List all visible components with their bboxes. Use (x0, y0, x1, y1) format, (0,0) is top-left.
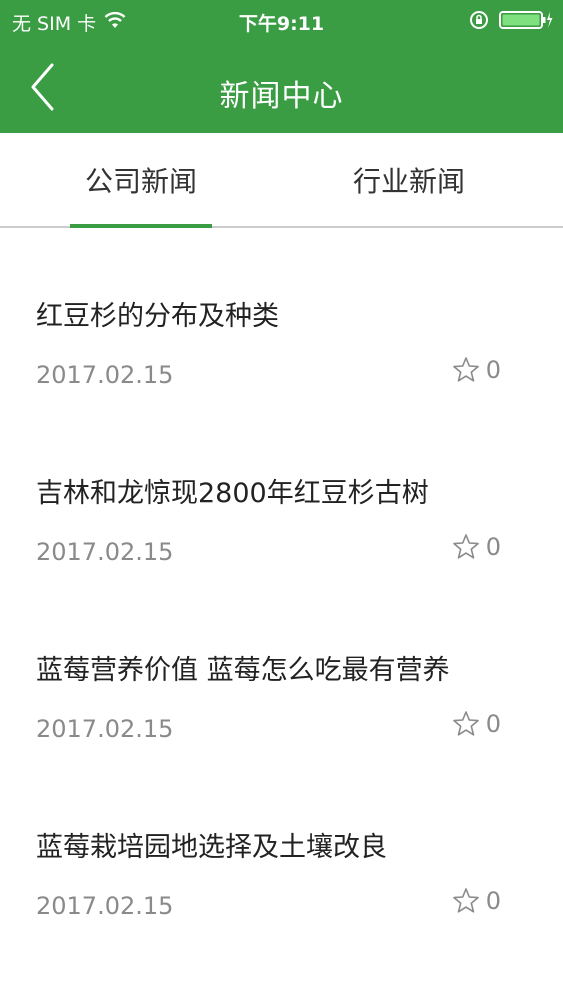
favorite-count: 0 (485, 356, 501, 384)
nav-bar: 新闻中心 (0, 44, 563, 133)
favorite-button[interactable]: 0 (452, 533, 501, 561)
tab-label: 行业新闻 (352, 164, 465, 198)
favorite-count: 0 (485, 887, 501, 915)
rotation-lock-icon (469, 10, 489, 35)
list-item[interactable]: 吉林和龙惊现2800年红豆杉古树 2017.02.15 0 (0, 405, 563, 582)
tab-company-news[interactable]: 公司新闻 (70, 133, 212, 226)
list-item[interactable]: 蓝莓栽培园地选择及土壤改良 2017.02.15 0 (0, 759, 563, 936)
star-icon (452, 710, 480, 738)
star-icon (452, 356, 480, 384)
news-title: 吉林和龙惊现2800年红豆杉古树 (36, 478, 429, 509)
list-item[interactable]: 红豆杉的分布及种类 2017.02.15 0 (0, 228, 563, 405)
tab-industry-news[interactable]: 行业新闻 (338, 133, 480, 226)
tab-label: 公司新闻 (84, 164, 197, 198)
star-icon (452, 533, 480, 561)
status-right (469, 10, 553, 35)
news-date: 2017.02.15 (36, 892, 174, 920)
news-title: 红豆杉的分布及种类 (36, 301, 279, 332)
battery-charging-icon (499, 10, 553, 35)
news-date: 2017.02.15 (36, 361, 174, 389)
star-icon (452, 887, 480, 915)
favorite-count: 0 (485, 710, 501, 738)
news-date: 2017.02.15 (36, 715, 174, 743)
favorite-count: 0 (485, 533, 501, 561)
news-date: 2017.02.15 (36, 538, 174, 566)
app-header: 无 SIM 卡 下午9:11 新闻中心 (0, 0, 563, 133)
news-title: 蓝莓栽培园地选择及土壤改良 (36, 832, 387, 863)
news-title: 蓝莓营养价值 蓝莓怎么吃最有营养 (36, 655, 450, 686)
list-item[interactable]: 蓝莓营养价值 蓝莓怎么吃最有营养 2017.02.15 0 (0, 582, 563, 759)
favorite-button[interactable]: 0 (452, 356, 501, 384)
tab-bar: 公司新闻 行业新闻 (0, 133, 563, 228)
favorite-button[interactable]: 0 (452, 710, 501, 738)
favorite-button[interactable]: 0 (452, 887, 501, 915)
status-bar: 无 SIM 卡 下午9:11 (0, 0, 563, 44)
news-list: 红豆杉的分布及种类 2017.02.15 0 吉林和龙惊现2800年红豆杉古树 … (0, 228, 563, 936)
page-title: 新闻中心 (219, 79, 344, 114)
